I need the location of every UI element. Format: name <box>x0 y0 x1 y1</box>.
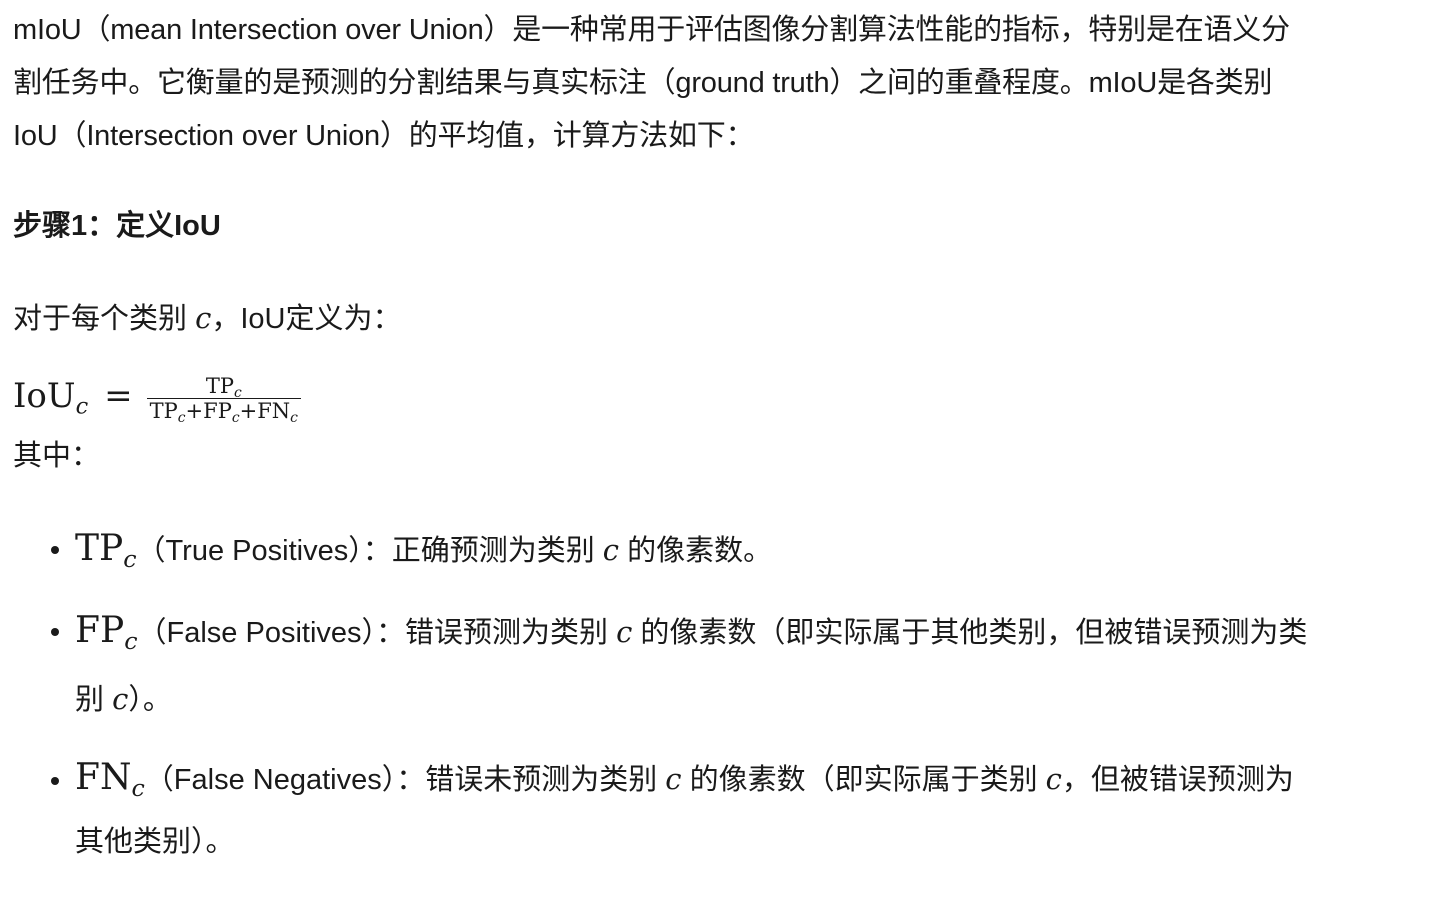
formula-numerator: TPc <box>202 373 246 400</box>
fn-var-c-2: c <box>1045 762 1062 796</box>
intro-line-2: 割任务中。它衡量的是预测的分割结果与真实标注（ground truth）之间的重… <box>13 67 1273 99</box>
den-fn-sub: c <box>290 409 298 426</box>
tp-var-c: c <box>602 533 620 567</box>
term-tp-text: TP <box>75 528 124 569</box>
fn-text-mid: 的像素数（即实际属于类别 <box>681 764 1046 796</box>
var-c: c <box>195 301 212 335</box>
definition-fn: FNc（False Negatives）：错误未预测为类别 c 的像素数（即实际… <box>51 747 1425 873</box>
intro-line-3: IoU（Intersection over Union）的平均值，计算方法如下： <box>13 120 755 152</box>
step1-heading: 步骤1：定义IoU <box>13 210 221 242</box>
tp-text-after: 的像素数。 <box>619 535 773 567</box>
den-fp: +FP <box>185 398 232 423</box>
fp-text-before: （False Positives）：错误预测为类别 <box>137 617 617 649</box>
fp-text-mid: 的像素数（即实际属于其他类别，但被错误预测为类 <box>632 617 1308 649</box>
term-tp-sub: c <box>123 545 137 574</box>
formula-lhs-iou: IoU <box>13 376 76 416</box>
fp-line2-before: 别 <box>75 684 113 716</box>
definition-fp: FPc（False Positives）：错误预测为类别 c 的像素数（即实际属… <box>51 598 1425 733</box>
tp-text-before: （True Positives）：正确预测为类别 <box>136 535 603 567</box>
formula-denominator: TPc+FPc+FNc <box>146 397 301 426</box>
formula-lhs: IoUc <box>13 376 88 418</box>
intro-paragraph: mIoU（mean Intersection over Union）是一种常用于… <box>13 4 1425 163</box>
term-fp-text: FP <box>75 610 125 651</box>
fn-var-c: c <box>665 762 682 796</box>
den-tp-sub: c <box>177 409 186 426</box>
den-tp: TP <box>149 398 178 423</box>
term-fn-sub: c <box>131 774 145 803</box>
term-fn-text: FN <box>75 757 132 798</box>
fn-text-before: （False Negatives）：错误未预测为类别 <box>144 764 666 796</box>
iou-formula: IoUc = TPc TPc+FPc+FNc <box>13 364 301 428</box>
where-label: 其中： <box>13 440 101 472</box>
fn-line2: 其他类别）。 <box>75 826 235 858</box>
formula-fraction: TPc TPc+FPc+FNc <box>146 373 301 426</box>
term-fp-sub: c <box>124 627 138 656</box>
fp-var-c-2: c <box>112 682 129 716</box>
den-fn: +FN <box>239 398 291 423</box>
iou-intro-suffix: ，IoU定义为： <box>211 303 402 335</box>
intro-line-1: mIoU（mean Intersection over Union）是一种常用于… <box>13 14 1290 46</box>
formula-lhs-sub: c <box>75 393 89 420</box>
term-tp: TPc <box>75 528 137 571</box>
definition-list: TPc（True Positives）：正确预测为类别 c 的像素数。 FPc（… <box>13 516 1425 887</box>
term-fp: FPc <box>75 610 138 653</box>
den-fp-sub: c <box>231 409 240 426</box>
document-body: mIoU（mean Intersection over Union）是一种常用于… <box>13 0 1425 858</box>
fn-text-after: ，但被错误预测为 <box>1061 764 1294 796</box>
fp-line2-after: ）。 <box>128 684 172 716</box>
fp-var-c: c <box>616 615 633 649</box>
definition-tp: TPc（True Positives）：正确预测为类别 c 的像素数。 <box>51 516 1425 584</box>
term-fn: FNc <box>75 757 145 800</box>
formula-equals: = <box>104 376 133 416</box>
iou-intro-prefix: 对于每个类别 <box>13 303 196 335</box>
numerator-tp: TP <box>205 373 234 398</box>
iou-definition-intro: 对于每个类别 c，IoU定义为： <box>13 292 401 345</box>
